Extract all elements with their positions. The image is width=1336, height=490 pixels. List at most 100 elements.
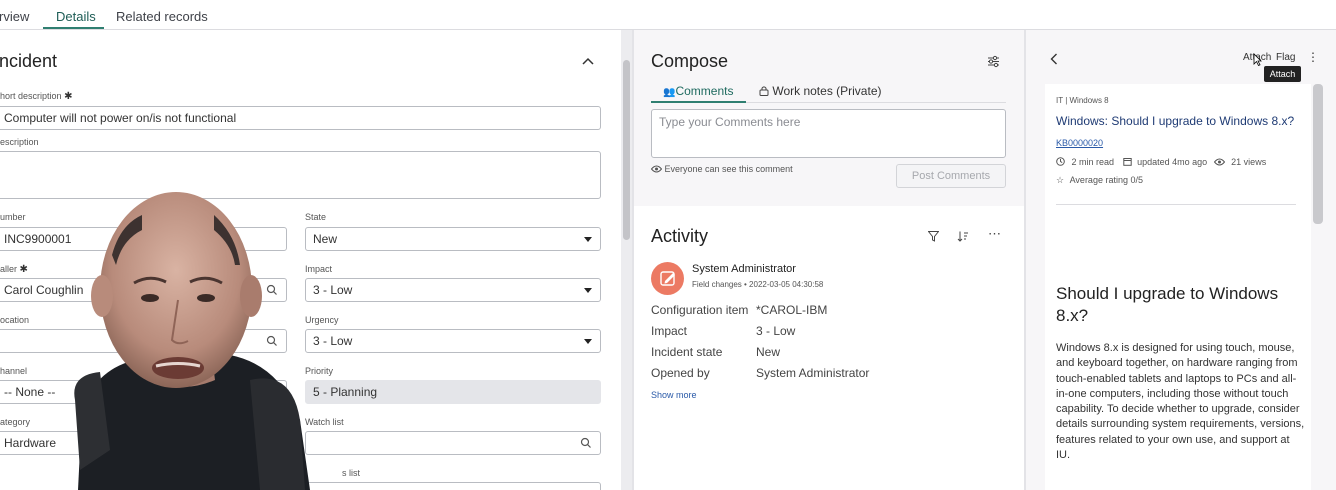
state-label: State (305, 212, 327, 222)
kb-updated: updated 4mo ago (1137, 157, 1208, 167)
impact-value: 3 - Low (313, 283, 353, 297)
kb-article-title[interactable]: Windows: Should I upgrade to Windows 8.x… (1056, 114, 1294, 128)
description-textarea[interactable] (0, 151, 601, 199)
activity-author: System Administrator (692, 263, 796, 275)
required-asterisk-icon: ✱ (19, 264, 28, 275)
activity-field-value: 3 - Low (756, 324, 796, 338)
edit-pencil-icon (660, 271, 675, 286)
priority-field: 5 - Planning (305, 380, 601, 404)
kb-views: 21 views (1231, 157, 1267, 167)
location-label: ocation (0, 315, 30, 325)
activity-field-value: *CAROL-IBM (756, 303, 828, 317)
search-icon[interactable] (580, 437, 592, 449)
tab-related-records[interactable]: Related records (116, 9, 208, 24)
activity-field-key: Impact (651, 324, 688, 338)
search-icon[interactable] (266, 284, 278, 296)
caller-label: aller ✱ (0, 264, 28, 275)
work-notes-list-input[interactable] (305, 482, 601, 490)
eye-icon (650, 165, 663, 173)
settings-sliders-icon[interactable] (987, 55, 1000, 73)
mouse-cursor-icon (1253, 53, 1262, 71)
state-select[interactable]: New (305, 227, 601, 251)
active-tab-indicator (43, 27, 104, 29)
activity-field-value: New (756, 345, 781, 359)
category-select[interactable]: Hardware (0, 431, 287, 455)
activity-field-value: System Administrator (756, 366, 870, 380)
tab-comments[interactable]: 👥Comments (663, 84, 733, 98)
tab-details[interactable]: Details (56, 9, 96, 24)
tab-overview[interactable]: rview (0, 9, 29, 24)
location-input[interactable] (0, 329, 287, 353)
app-root: rview Details Related records ncident ho… (0, 0, 1336, 490)
channel-label: hannel (0, 366, 28, 376)
kb-heading: Should I upgrade to Windows 8.x? (1056, 284, 1279, 325)
show-more-link[interactable]: Show more (651, 390, 697, 400)
more-options-icon[interactable]: ⋯ (988, 226, 1001, 242)
form-scrollbar[interactable] (621, 30, 632, 490)
calendar-icon (1122, 158, 1132, 166)
eye-icon (1213, 158, 1225, 166)
kb-rating-text: Average rating 0/5 (1069, 175, 1143, 185)
activity-field-key: Opened by (651, 366, 710, 380)
tab-work-notes[interactable]: Work notes (Private) (759, 84, 882, 98)
channel-select[interactable]: -- None -- (0, 380, 287, 404)
dropdown-arrow-icon (584, 339, 592, 344)
comments-icon: 👥 (663, 87, 676, 98)
dropdown-arrow-icon (584, 288, 592, 293)
caller-input[interactable]: Carol Coughlin (0, 278, 287, 302)
caller-value: Carol Coughlin (4, 283, 84, 297)
kb-rating: ☆ Average rating 0/5 (1056, 175, 1143, 186)
urgency-label: Urgency (305, 315, 339, 325)
clock-icon (1056, 157, 1065, 166)
lock-icon (759, 86, 769, 96)
flag-button[interactable]: Flag (1276, 52, 1295, 63)
kb-read-time: 2 min read (1071, 157, 1115, 167)
urgency-select[interactable]: 3 - Low (305, 329, 601, 353)
form-title: ncident (0, 51, 58, 71)
number-label: umber (0, 212, 26, 222)
watch-list-input[interactable] (305, 431, 601, 455)
description-label: escription (0, 137, 39, 147)
work-notes-list-label: s list (342, 468, 360, 478)
kb-separator (1056, 204, 1296, 205)
sort-icon[interactable] (957, 229, 969, 247)
number-input[interactable]: INC9900001 (0, 227, 287, 251)
activity-field-key: Configuration item (651, 303, 749, 317)
tab-comments-label: Comments (675, 84, 734, 98)
urgency-value: 3 - Low (313, 334, 353, 348)
required-asterisk-icon: ✱ (64, 91, 73, 102)
short-description-input[interactable]: Computer will not power on/is not functi… (0, 106, 601, 130)
activity-field-key: Incident state (651, 345, 723, 359)
category-label: ategory (0, 417, 31, 427)
kb-stats: 2 min read updated 4mo ago 21 views (1056, 157, 1266, 167)
form-scrollbar-thumb[interactable] (623, 60, 630, 240)
tab-work-notes-label: Work notes (Private) (772, 84, 882, 98)
impact-label: Impact (305, 264, 333, 274)
avatar (651, 262, 684, 295)
activity-title: Activity (651, 226, 709, 246)
back-chevron-icon[interactable] (1050, 52, 1058, 70)
compose-title: Compose (651, 51, 729, 71)
activity-meta: Field changes • 2022-03-05 04:30:58 (692, 280, 824, 289)
star-icon: ☆ (1056, 175, 1065, 185)
kb-body: Windows 8.x is designed for using touch,… (1056, 342, 1305, 462)
dropdown-arrow-icon (584, 237, 592, 242)
state-value: New (313, 232, 338, 246)
impact-select[interactable]: 3 - Low (305, 278, 601, 302)
kb-scrollbar[interactable] (1313, 84, 1323, 224)
priority-label: Priority (305, 366, 334, 376)
visibility-note: Everyone can see this comment (650, 164, 793, 174)
kb-number-link[interactable]: KB0000020 (1056, 138, 1103, 148)
post-comments-button[interactable]: Post Comments (896, 164, 1006, 188)
more-vertical-icon[interactable]: ⋮ (1307, 50, 1319, 64)
active-compose-tab-indicator (651, 101, 746, 103)
comment-textarea[interactable]: Type your Comments here (651, 109, 1006, 158)
record-tab-bar: rview Details Related records (0, 0, 1336, 30)
attach-tooltip: Attach (1264, 66, 1301, 82)
kb-category: IT | Windows 8 (1056, 96, 1109, 105)
search-icon[interactable] (266, 335, 278, 347)
collapse-chevron-icon[interactable] (582, 52, 594, 68)
visibility-note-text: Everyone can see this comment (664, 164, 793, 174)
short-description-label-text: hort description (0, 91, 62, 101)
filter-icon[interactable] (927, 229, 940, 247)
